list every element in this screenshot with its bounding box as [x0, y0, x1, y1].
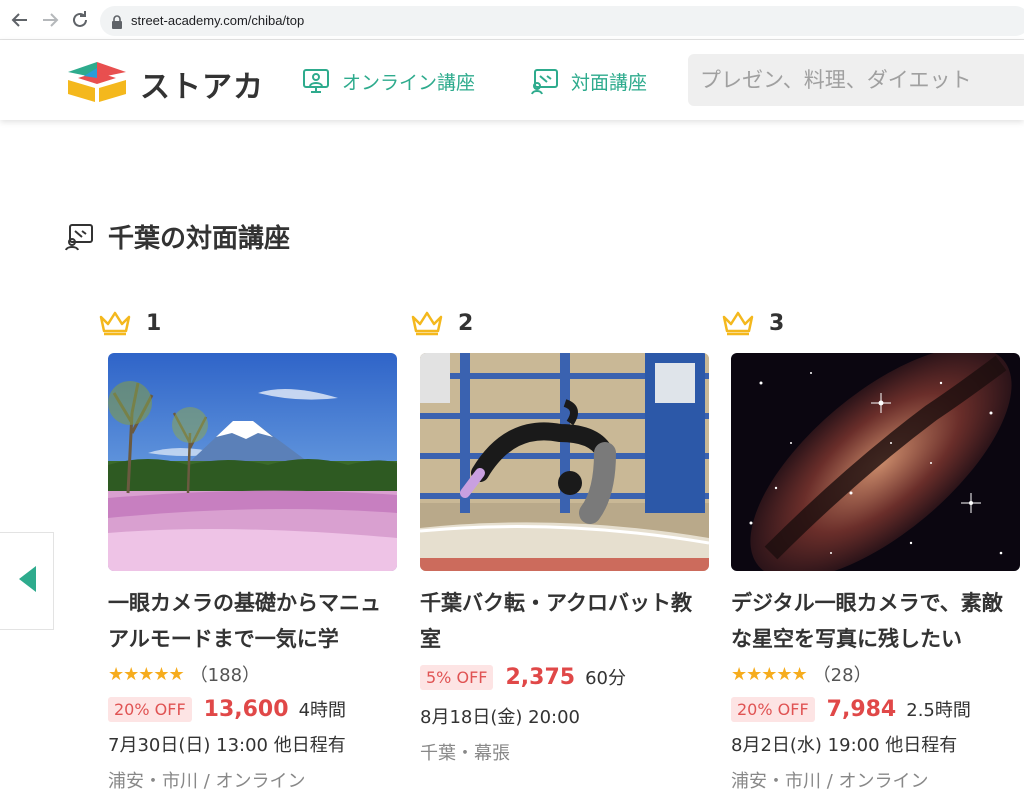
section-title-text: 千葉の対面講座 — [108, 224, 291, 254]
duration: 60分 — [585, 668, 626, 689]
price: 13,600 — [203, 696, 289, 722]
crown-icon — [410, 309, 444, 337]
url-text: street-academy.com/chiba/top — [131, 13, 305, 28]
in-person-class-icon — [531, 67, 559, 95]
rating-stars: ★★★★★ — [731, 663, 808, 685]
rank: 2 — [411, 306, 710, 340]
in-person-class-icon — [64, 223, 94, 251]
course-title[interactable]: 一眼カメラの基礎からマニュアルモードまで一気に学 — [108, 585, 398, 657]
rank-number: 3 — [769, 310, 785, 336]
course-thumbnail[interactable] — [108, 353, 397, 571]
schedule: 8月2日(水) 19:00 他日程有 — [731, 735, 958, 756]
back-arrow-icon[interactable] — [8, 8, 32, 32]
rank: 3 — [722, 306, 1021, 340]
price: 7,984 — [826, 696, 897, 722]
nav-online-class-label: オンライン講座 — [342, 71, 476, 94]
course-card[interactable]: 3 デジタル一眼カメラで、素敵な星空を写真に残したい ★★★★★ （28） 20… — [722, 306, 1021, 799]
price-row: 20% OFF 13,600 4時間 — [108, 691, 398, 727]
course-thumbnail[interactable] — [731, 353, 1020, 571]
reload-icon[interactable] — [68, 8, 92, 32]
location: 千葉・幕張 — [420, 743, 510, 764]
rating-count: （28） — [812, 665, 872, 686]
duration: 4時間 — [298, 700, 347, 721]
price-row: 20% OFF 7,984 2.5時間 — [731, 691, 1021, 727]
schedule: 7月30日(日) 13:00 他日程有 — [108, 735, 346, 756]
rating: ★★★★★ （28） — [731, 659, 1021, 689]
forward-arrow-icon[interactable] — [38, 8, 62, 32]
rating-count: （188） — [189, 665, 261, 686]
search-input[interactable] — [688, 54, 1024, 106]
logo-mark-icon[interactable] — [64, 58, 130, 108]
rank: 1 — [99, 306, 398, 340]
schedule: 8月18日(金) 20:00 — [420, 707, 580, 728]
rating-stars: ★★★★★ — [108, 663, 185, 685]
price-row: 5% OFF 2,375 60分 — [420, 659, 710, 695]
carousel-prev-button[interactable] — [0, 532, 54, 630]
course-title[interactable]: 千葉バク転・アクロバット教室 — [420, 585, 710, 657]
crown-icon — [721, 309, 755, 337]
triangle-left-icon — [16, 564, 38, 598]
discount-badge: 20% OFF — [731, 696, 815, 722]
rating: ★★★★★ （188） — [108, 659, 398, 689]
location: 浦安・市川 / オンライン — [731, 771, 929, 792]
discount-badge: 20% OFF — [108, 696, 192, 722]
price: 2,375 — [505, 664, 576, 690]
duration: 2.5時間 — [906, 700, 971, 721]
online-class-icon — [302, 67, 330, 95]
nav-in-person-class-label: 対面講座 — [571, 71, 648, 94]
logo-text[interactable]: ストアカ — [140, 62, 264, 106]
nav-online-class[interactable]: オンライン講座 — [302, 66, 475, 96]
course-card[interactable]: 2 千葉バク転・アクロバット教室 5% OFF 2,375 60分 8月18日(… — [411, 306, 710, 771]
course-title[interactable]: デジタル一眼カメラで、素敵な星空を写真に残したい — [731, 585, 1021, 657]
address-bar[interactable]: street-academy.com/chiba/top — [100, 6, 1024, 36]
lock-icon — [111, 14, 123, 33]
location: 浦安・市川 / オンライン — [108, 771, 306, 792]
rank-number: 2 — [458, 310, 474, 336]
nav-in-person-class[interactable]: 対面講座 — [531, 66, 647, 96]
crown-icon — [98, 309, 132, 337]
discount-badge: 5% OFF — [420, 664, 494, 690]
course-card[interactable]: 1 一眼カメラの基礎からマニュアルモードまで一気に学 ★★★★★ （188） 2… — [99, 306, 398, 799]
browser-toolbar: street-academy.com/chiba/top — [0, 0, 1024, 40]
rank-number: 1 — [146, 310, 162, 336]
section-title: 千葉の対面講座 — [64, 218, 290, 255]
site-header: ストアカ オンライン講座 対面講座 — [0, 40, 1024, 120]
course-thumbnail[interactable] — [420, 353, 709, 571]
